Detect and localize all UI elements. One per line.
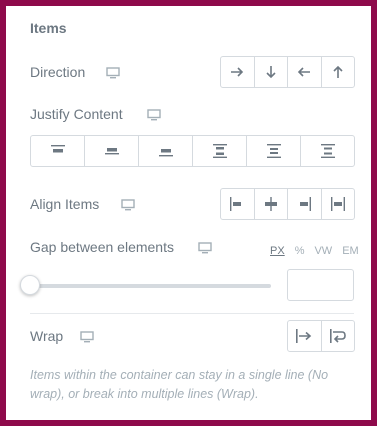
direction-label: Direction [30, 64, 86, 80]
gap-label: Gap between elements [30, 239, 174, 255]
align-items-control [220, 188, 355, 220]
no-wrap-icon [296, 329, 312, 343]
divider [30, 313, 354, 314]
desktop-icon[interactable] [106, 67, 120, 79]
desktop-icon[interactable] [147, 109, 161, 121]
align-start-button[interactable] [221, 189, 255, 219]
unit-vw[interactable]: VW [314, 245, 332, 257]
no-wrap-button[interactable] [288, 321, 322, 351]
justify-center-button[interactable] [85, 136, 139, 166]
desktop-icon[interactable] [121, 199, 135, 211]
direction-row-button[interactable] [221, 57, 255, 87]
align-center-icon [264, 197, 278, 211]
arrow-down-icon [265, 65, 277, 79]
arrow-up-icon [332, 65, 344, 79]
wrap-help-text: Items within the container can stay in a… [30, 368, 329, 401]
section-title: Items [30, 20, 67, 36]
direction-row-reverse-button[interactable] [288, 57, 322, 87]
justify-content-control [30, 135, 355, 167]
direction-control [220, 56, 355, 88]
wrap-label: Wrap [30, 328, 64, 344]
align-items-label: Align Items [30, 196, 100, 212]
justify-center-icon [104, 145, 119, 157]
justify-end-button[interactable] [139, 136, 193, 166]
justify-space-around-button[interactable] [247, 136, 301, 166]
justify-start-icon [50, 145, 65, 157]
direction-column-reverse-button[interactable] [322, 57, 355, 87]
justify-start-button[interactable] [31, 136, 85, 166]
unit-px[interactable]: PX [270, 245, 285, 257]
unit-percent[interactable]: % [295, 245, 305, 257]
align-stretch-icon [330, 197, 345, 211]
arrow-right-icon [230, 66, 244, 78]
justify-end-icon [158, 145, 173, 157]
gap-slider-handle[interactable] [20, 275, 40, 295]
justify-space-evenly-icon [320, 144, 335, 158]
wrap-button[interactable] [322, 321, 355, 351]
align-center-button[interactable] [255, 189, 288, 219]
justify-space-around-icon [266, 144, 281, 158]
justify-space-between-button[interactable] [193, 136, 247, 166]
desktop-icon[interactable] [80, 331, 94, 343]
justify-content-label: Justify Content [30, 106, 123, 122]
direction-column-button[interactable] [255, 57, 288, 87]
wrap-icon [329, 329, 346, 343]
justify-space-between-icon [212, 144, 227, 158]
desktop-icon[interactable] [198, 242, 212, 254]
gap-input[interactable] [287, 269, 354, 301]
justify-space-evenly-button[interactable] [301, 136, 354, 166]
align-stretch-button[interactable] [322, 189, 355, 219]
arrow-left-icon [297, 66, 311, 78]
align-start-icon [230, 197, 244, 211]
align-end-icon [297, 197, 312, 211]
gap-slider-track[interactable] [30, 284, 271, 288]
align-end-button[interactable] [288, 189, 322, 219]
unit-em[interactable]: EM [342, 245, 359, 257]
unit-switcher: PX % VW EM [270, 245, 359, 257]
items-panel: Items Direction Justify Content Align It… [6, 6, 371, 420]
wrap-control [287, 320, 355, 352]
